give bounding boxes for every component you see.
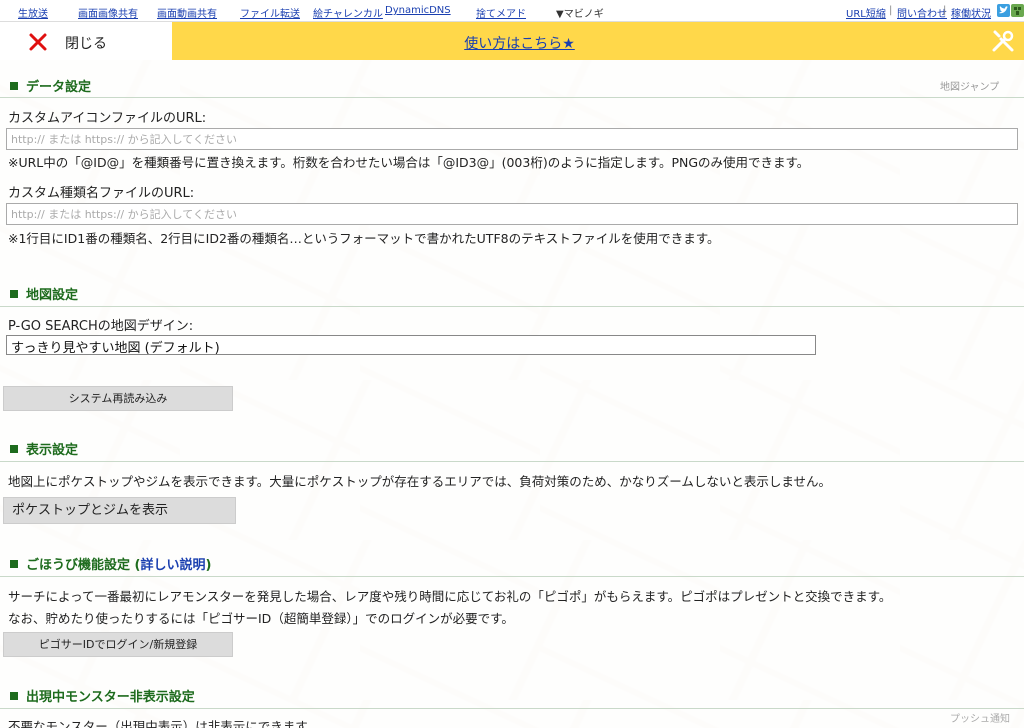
settings-content: データ設定 カスタムアイコンファイルのURL: ※URL中の「@ID@」を種類番…: [0, 60, 1024, 728]
game-dropdown[interactable]: ▼マビノギ: [556, 5, 604, 20]
section-title-data: データ設定: [10, 76, 91, 95]
bullet-icon: [10, 445, 18, 453]
divider: [0, 306, 1024, 307]
section-title-text: 表示設定: [26, 443, 79, 458]
show-stops-gyms-button[interactable]: ポケストップとジムを表示: [3, 497, 236, 524]
separator: |: [889, 5, 893, 16]
top-link-bar: 生放送 画面画像共有 画面動画共有 ファイル転送 絵チャレンカル Dynamic…: [0, 0, 1024, 22]
bullet-icon: [10, 290, 18, 298]
icon-url-note: ※URL中の「@ID@」を種類番号に置き換えます。桁数を合わせたい場合は「@ID…: [8, 155, 810, 170]
separator: |: [943, 5, 947, 16]
display-description: 地図上にポケストップやジムを表示できます。大量にポケストップが存在するエリアでは…: [8, 474, 832, 489]
divider: [0, 97, 1024, 98]
link-contact[interactable]: 問い合わせ: [897, 5, 947, 20]
icon-url-input[interactable]: [6, 128, 1018, 150]
link-live[interactable]: 生放送: [18, 5, 48, 20]
section-title-hide: 出現中モンスター非表示設定: [10, 686, 195, 705]
help-link[interactable]: 使い方はこちら★: [172, 33, 867, 53]
close-panel-bar[interactable]: 閉じる: [0, 22, 172, 60]
map-design-select[interactable]: すっきり見やすい地図 (デフォルト): [6, 335, 816, 356]
divider: [0, 576, 1024, 577]
link-url-shorten[interactable]: URL短縮: [846, 5, 886, 20]
system-reload-button[interactable]: システム再読み込み: [3, 386, 233, 411]
minecraft-icon[interactable]: [1011, 4, 1024, 17]
section-title-reward: ごほうび機能設定 (詳しい説明): [10, 554, 211, 573]
section-title-close: ): [205, 558, 212, 573]
divider: [0, 708, 1024, 709]
bullet-icon: [10, 82, 18, 90]
section-title-display: 表示設定: [10, 439, 78, 458]
hide-description: 不要なモンスター（出現中表示）は非表示にできます。: [8, 719, 320, 728]
link-drawing-chat[interactable]: 絵チャレンカル: [313, 5, 383, 20]
twitter-icon[interactable]: [997, 4, 1010, 17]
section-title-map: 地図設定: [10, 284, 78, 303]
section-title-text: ごほうび機能設定 (: [26, 558, 141, 573]
bullet-icon: [10, 692, 18, 700]
tools-icon[interactable]: [990, 28, 1016, 54]
icon-url-label: カスタムアイコンファイルのURL:: [8, 111, 207, 126]
section-title-text: データ設定: [26, 80, 92, 95]
section-title-text: 地図設定: [26, 288, 79, 303]
bullet-icon: [10, 560, 18, 568]
name-url-input[interactable]: [6, 203, 1018, 225]
link-screen-video[interactable]: 画面動画共有: [157, 5, 217, 20]
link-screen-image[interactable]: 画面画像共有: [78, 5, 138, 20]
name-url-note: ※1行目にID1番の種類名、2行目にID2番の種類名…というフォーマットで書かれ…: [8, 231, 720, 246]
link-temp-mail[interactable]: 捨てメアド: [476, 5, 526, 20]
reward-description-2: なお、貯めたり使ったりするには「ピゴサーID（超簡単登録）」でのログインが必要で…: [8, 611, 514, 626]
reward-description-1: サーチによって一番最初にレアモンスターを発見した場合、レア度や残り時間に応じてお…: [8, 589, 892, 604]
close-label[interactable]: 閉じる: [65, 33, 107, 53]
link-status[interactable]: 稼働状況: [951, 5, 991, 20]
close-icon[interactable]: [28, 32, 48, 52]
divider: [0, 461, 1024, 462]
link-file-transfer[interactable]: ファイル転送: [240, 5, 300, 20]
map-design-label: P-GO SEARCHの地図デザイン:: [8, 319, 194, 334]
name-url-label: カスタム種類名ファイルのURL:: [8, 186, 195, 201]
section-title-text: 出現中モンスター非表示設定: [26, 690, 195, 705]
link-dynamic-dns[interactable]: DynamicDNS: [385, 5, 451, 16]
detail-link[interactable]: 詳しい説明: [140, 558, 205, 573]
help-bar: 使い方はこちら★: [172, 22, 1024, 60]
pigosa-login-button[interactable]: ピゴサーIDでログイン/新規登録: [3, 632, 233, 657]
